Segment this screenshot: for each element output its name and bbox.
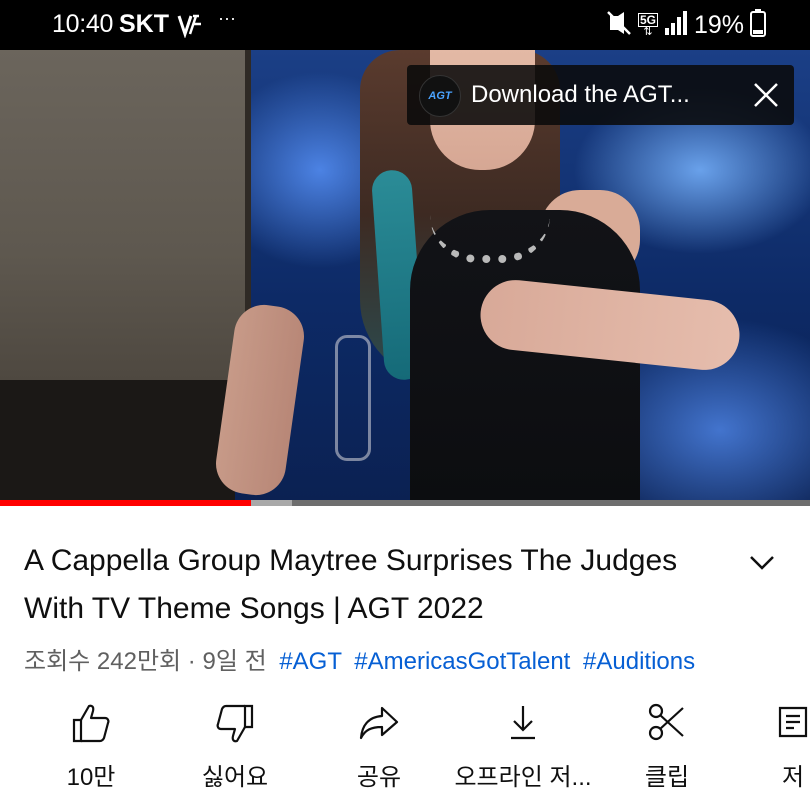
save-icon — [776, 702, 810, 747]
download-button[interactable]: 오프라인 저... — [448, 700, 598, 800]
video-player[interactable]: AGT Download the AGT... — [0, 50, 810, 502]
view-count: 조회수 242만회 — [24, 648, 182, 675]
progress-played — [0, 500, 252, 506]
agt-logo: AGT — [419, 75, 461, 117]
action-bar: 10만 싫어요 공유 오프라인 저... 클립 저 — [0, 700, 810, 805]
download-label: 오프라인 저... — [454, 764, 592, 791]
save-button[interactable]: 저 — [736, 700, 810, 800]
thumbs-down-icon — [215, 702, 255, 749]
share-label: 공유 — [356, 764, 402, 791]
battery-icon — [750, 8, 766, 42]
like-count: 10만 — [66, 764, 116, 791]
video-title[interactable]: A Cappella Group Maytree Surprises The J… — [24, 537, 724, 633]
download-app-banner[interactable]: AGT Download the AGT... — [407, 65, 794, 125]
video-scene — [0, 50, 251, 390]
signal-icon — [664, 10, 688, 41]
hashtag-americasgottalent[interactable]: #AmericasGotTalent — [354, 648, 570, 675]
meta-separator: · — [187, 648, 196, 675]
save-label: 저 — [782, 764, 805, 791]
thumbs-up-icon — [71, 702, 111, 749]
close-icon[interactable] — [752, 81, 780, 109]
status-time: 10:40 — [52, 10, 114, 38]
hashtag-auditions[interactable]: #Auditions — [583, 648, 695, 675]
battery-percent: 19% — [693, 10, 744, 39]
like-button[interactable]: 10만 — [16, 700, 166, 800]
download-icon — [507, 702, 539, 747]
dislike-label: 싫어요 — [201, 764, 269, 791]
video-meta[interactable]: 조회수 242만회 · 9일 전 #AGT #AmericasGotTalent… — [24, 641, 695, 676]
share-icon — [358, 702, 400, 747]
progress-bar[interactable] — [0, 500, 810, 506]
status-right: 5G ⇅ 19% — [606, 8, 766, 42]
scissors-icon — [647, 702, 687, 747]
dislike-button[interactable]: 싫어요 — [160, 700, 310, 800]
network-5g-icon: 5G ⇅ — [637, 12, 658, 38]
banner-text[interactable]: Download the AGT... — [471, 81, 690, 109]
share-button[interactable]: 공유 — [304, 700, 454, 800]
clip-label: 클립 — [644, 764, 690, 791]
chevron-down-icon[interactable] — [746, 546, 778, 578]
network-label: 5G — [637, 12, 658, 27]
status-carrier: SKT — [119, 10, 169, 38]
status-bar: 10:40 SKT ··· 5G ⇅ 19% — [0, 0, 810, 50]
volte-icon — [177, 12, 203, 43]
clip-button[interactable]: 클립 — [592, 700, 742, 800]
hashtag-agt[interactable]: #AGT — [279, 648, 341, 675]
upload-age: 9일 전 — [202, 648, 267, 675]
status-more: ··· — [218, 8, 236, 28]
agt-logo-text: AGT — [428, 90, 452, 102]
mute-icon — [606, 10, 632, 41]
